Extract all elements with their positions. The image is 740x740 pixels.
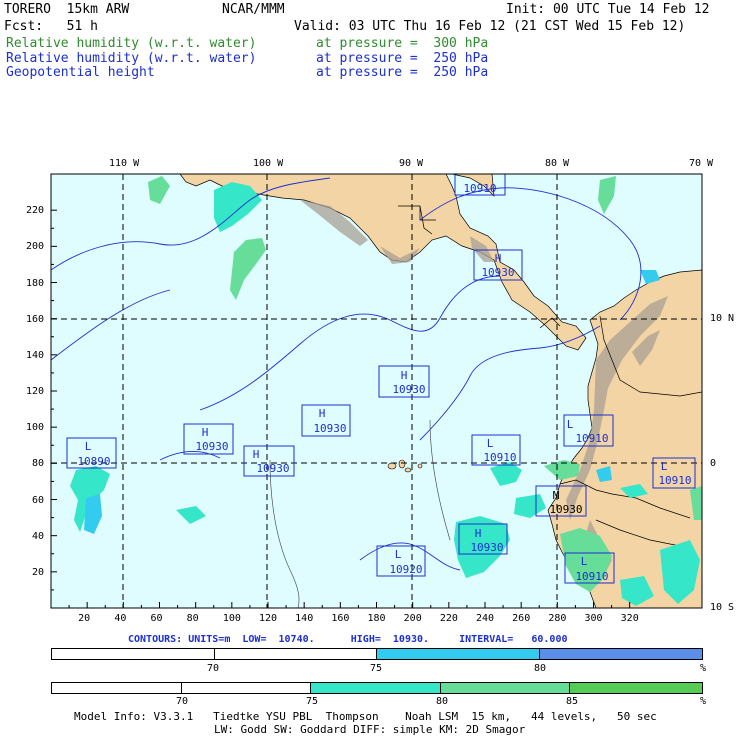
svg-text:10930: 10930: [313, 422, 346, 435]
svg-text:10910: 10910: [658, 474, 691, 487]
svg-text:H: H: [319, 407, 326, 420]
lon-label-90w: 90 W: [399, 158, 424, 169]
lon-label-110w: 110 W: [109, 158, 140, 169]
lat-label-10n: 10 N: [710, 313, 735, 324]
y-tick-label: 200: [26, 241, 45, 253]
legend-rh250-label-75: 75: [370, 663, 383, 674]
y-tick-label: 140: [26, 349, 45, 361]
x-tick-label: 280: [548, 613, 567, 624]
x-tick-label: 240: [476, 613, 495, 624]
x-tick-label: 220: [439, 613, 458, 624]
svg-text:H: H: [475, 527, 482, 540]
lon-label-80w: 80 W: [545, 158, 570, 169]
y-tick-label: 180: [26, 277, 45, 289]
svg-text:L: L: [395, 548, 402, 561]
y-tick-label: 220: [26, 205, 45, 217]
x-tick-label: 200: [403, 613, 422, 624]
legend-rh300-label-80: 80: [436, 696, 449, 707]
x-tick-label: 120: [259, 613, 278, 624]
svg-text:L: L: [581, 555, 588, 568]
model-info-line-2: LW: Godd SW: Goddard DIFF: simple KM: 2D…: [214, 723, 526, 736]
legend-rh300-seg-5: [570, 683, 703, 693]
svg-text:10920: 10920: [389, 563, 422, 576]
svg-text:L: L: [661, 460, 668, 473]
x-tick-label: 180: [367, 613, 386, 624]
x-tick-label: 160: [331, 613, 350, 624]
x-tick-label: 260: [512, 613, 531, 624]
x-tick-label: 40: [114, 613, 127, 624]
legend-rh300-percent: %: [700, 696, 707, 707]
legend-rh250-seg-2: [214, 649, 377, 659]
y-tick-label: 20: [32, 566, 45, 578]
weather-map: 10910 H 10930 H 10930 H 10930 H 10930 H …: [50, 173, 703, 609]
contours-info: CONTOURS: UNITS=m LOW= 10740. HIGH= 1093…: [128, 634, 568, 645]
legend-rh300-seg-1: [52, 683, 182, 693]
svg-text:L: L: [85, 440, 92, 453]
svg-text:10930: 10930: [549, 503, 582, 516]
x-tick-label: 320: [620, 613, 639, 624]
svg-text:10930: 10930: [195, 440, 228, 453]
legend-rh250-seg-1: [52, 649, 215, 659]
legend-rh250-percent: %: [700, 663, 707, 674]
svg-text:10890: 10890: [77, 455, 110, 468]
svg-text:L: L: [487, 437, 494, 450]
svg-text:H: H: [253, 448, 260, 461]
legend-rh300-label-85: 85: [566, 696, 579, 707]
legend-rh250-label-80: 80: [534, 663, 547, 674]
svg-text:10910: 10910: [575, 432, 608, 445]
svg-text:H: H: [495, 252, 502, 265]
svg-text:10930: 10930: [481, 266, 514, 279]
legend-rh300-label-70: 70: [176, 696, 189, 707]
lon-label-100w: 100 W: [253, 158, 284, 169]
svg-text:M: M: [553, 489, 560, 502]
svg-text:10910: 10910: [575, 570, 608, 583]
y-tick-label: 80: [32, 458, 45, 470]
svg-text:10930: 10930: [470, 541, 503, 554]
legend-rh250-label-70: 70: [207, 663, 220, 674]
svg-text:10930: 10930: [392, 383, 425, 396]
legend-rh300-seg-4: [440, 683, 571, 693]
y-tick-label: 40: [32, 530, 45, 542]
y-tick-label: 100: [26, 422, 45, 434]
y-tick-label: 120: [26, 386, 45, 397]
x-tick-label: 300: [584, 613, 603, 624]
y-tick-label: 60: [32, 494, 45, 506]
legend-rh300-seg-2: [181, 683, 312, 693]
legend-bar-rh300: [51, 682, 703, 694]
x-tick-label: 20: [78, 613, 91, 624]
y-tick-label: 160: [26, 313, 45, 325]
lat-label-0: 0: [710, 458, 717, 469]
svg-text:H: H: [401, 369, 408, 382]
x-tick-label: 140: [295, 613, 314, 624]
svg-text:H: H: [202, 426, 209, 439]
legend-rh250-seg-4: [539, 649, 702, 659]
x-tick-label: 100: [222, 613, 241, 624]
center-label: 10910: [463, 182, 496, 195]
legend-rh250-seg-3: [377, 649, 540, 659]
svg-text:L: L: [567, 418, 574, 431]
x-tick-label: 80: [186, 613, 199, 624]
legend-rh300-seg-3: [311, 683, 441, 693]
lat-label-10s: 10 S: [710, 602, 735, 613]
legend-bar-rh250: [51, 648, 703, 660]
svg-text:10910: 10910: [483, 451, 516, 464]
lon-label-70w: 70 W: [689, 158, 714, 169]
model-info-line-1: Model Info: V3.3.1 Tiedtke YSU PBL Thomp…: [74, 710, 657, 723]
x-tick-label: 60: [150, 613, 163, 624]
legend-rh300-label-75: 75: [306, 696, 319, 707]
svg-text:10930: 10930: [256, 462, 289, 475]
